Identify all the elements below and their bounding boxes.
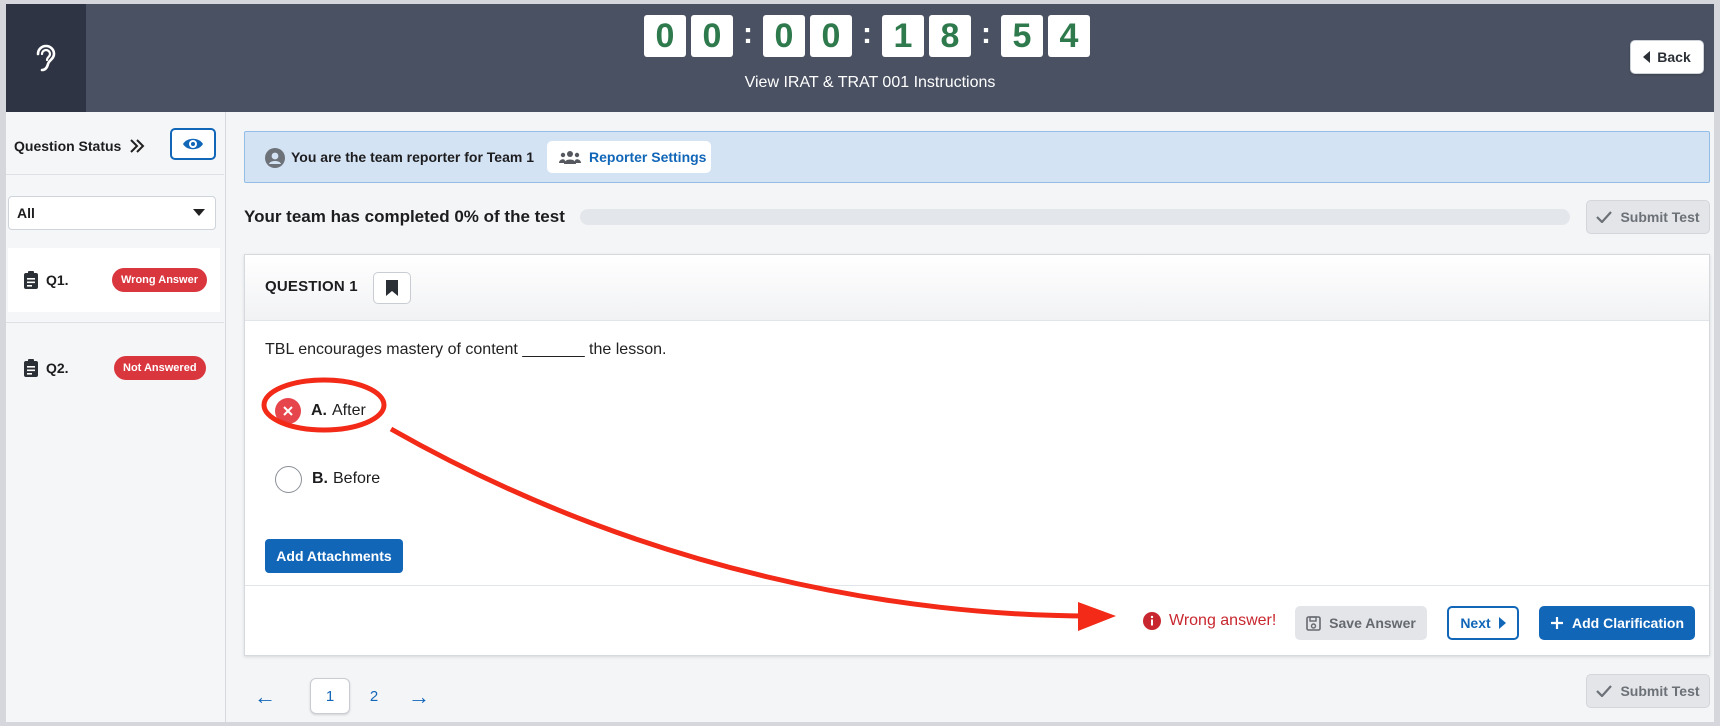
answer-option-b[interactable]: B. Before (275, 465, 380, 493)
progress-title: Your team has completed 0% of the test (244, 207, 565, 226)
next-button[interactable]: Next (1447, 606, 1519, 640)
caret-down-icon (193, 209, 205, 216)
sidebar-question-q1[interactable]: Q1. Wrong Answer (8, 248, 220, 312)
question-number: QUESTION 1 (265, 278, 358, 295)
next-page-arrow[interactable]: → (408, 684, 430, 710)
option-text: Before (333, 470, 381, 487)
status-filter-select[interactable]: All (8, 196, 216, 230)
user-circle-icon (265, 148, 285, 168)
submit-test-label: Submit Test (1620, 683, 1700, 699)
save-answer-label: Save Answer (1329, 615, 1416, 631)
answer-option-a[interactable]: A. After (275, 397, 366, 425)
timer-digit: 0 (644, 15, 686, 57)
bookmark-button[interactable] (373, 272, 411, 304)
question-card: QUESTION 1 TBL encourages mastery of con… (244, 254, 1710, 656)
timer-digit: 0 (691, 15, 733, 57)
toggle-visibility-button[interactable] (170, 128, 216, 160)
timer-separator: : (862, 17, 872, 50)
add-clarification-button[interactable]: Add Clarification (1539, 606, 1695, 640)
status-badge: Not Answered (114, 356, 206, 380)
reporter-settings-label: Reporter Settings (589, 149, 707, 165)
option-letter: A. (311, 402, 327, 419)
option-text: After (332, 402, 366, 419)
countdown-timer: 0 0 : 0 0 : 1 8 : 5 4 (644, 14, 1095, 58)
radio-unselected-icon[interactable] (275, 465, 302, 493)
question-stem: TBL encourages mastery of content ______… (265, 341, 667, 358)
clipboard-list-icon (24, 359, 38, 377)
check-icon (1596, 685, 1613, 697)
question-header: QUESTION 1 (245, 255, 1709, 321)
sidebar-question-q2[interactable]: Q2. Not Answered (8, 336, 220, 400)
check-icon (1596, 211, 1613, 223)
bookmark-icon (386, 280, 398, 296)
timer-digit: 1 (882, 15, 924, 57)
question-label: Q1. (46, 272, 69, 288)
eye-icon (183, 138, 203, 150)
question-status-title: Question Status (14, 138, 122, 154)
add-attachments-button[interactable]: Add Attachments (265, 539, 403, 573)
back-button-label: Back (1657, 49, 1691, 65)
wrong-answer-feedback: Wrong answer! (1143, 612, 1276, 630)
progress-bar (580, 209, 1570, 225)
page-2[interactable]: 2 (354, 678, 394, 714)
info-circle-icon (1143, 612, 1161, 630)
reporter-banner: You are the team reporter for Team 1 Rep… (244, 131, 1710, 183)
save-answer-button[interactable]: Save Answer (1295, 606, 1427, 640)
clipboard-list-icon (24, 271, 38, 289)
wrong-answer-text: Wrong answer! (1169, 612, 1277, 629)
timer-separator: : (981, 17, 991, 50)
sidebar-divider (6, 322, 224, 323)
question-status-sidebar: Question Status All Q1. Wrong Answer Q2.… (6, 112, 226, 722)
timer-digit: 5 (1001, 15, 1043, 57)
save-icon (1306, 615, 1321, 631)
plus-icon (1550, 617, 1563, 629)
timer-separator: : (743, 17, 753, 50)
submit-test-button-bottom[interactable]: Submit Test (1586, 674, 1710, 708)
submit-test-label: Submit Test (1620, 209, 1700, 225)
submit-test-button[interactable]: Submit Test (1586, 200, 1710, 234)
double-chevron-right-icon (130, 139, 145, 153)
option-letter: B. (312, 470, 328, 487)
ear-icon (36, 44, 56, 72)
reporter-settings-button[interactable]: Reporter Settings (547, 141, 711, 173)
reporter-text: You are the team reporter for Team 1 (291, 149, 534, 165)
timer-digit: 4 (1048, 15, 1090, 57)
timer-digit: 8 (929, 15, 971, 57)
next-label: Next (1460, 615, 1491, 631)
question-label: Q2. (46, 360, 69, 376)
timer-digit: 0 (763, 15, 805, 57)
prev-page-arrow[interactable]: ← (254, 684, 276, 710)
app-frame: 0 0 : 0 0 : 1 8 : 5 4 View IRAT & TRAT 0… (6, 4, 1714, 722)
page-1[interactable]: 1 (310, 678, 350, 714)
status-badge: Wrong Answer (112, 268, 208, 292)
back-button[interactable]: Back (1630, 40, 1704, 74)
users-icon (559, 151, 581, 164)
app-logo[interactable] (6, 4, 86, 112)
status-filter-value: All (17, 205, 35, 221)
caret-right-icon (1498, 617, 1506, 629)
instructions-link[interactable]: View IRAT & TRAT 001 Instructions (6, 74, 1714, 92)
add-clarification-label: Add Clarification (1571, 615, 1684, 631)
caret-left-icon (1643, 51, 1651, 63)
wrong-mark-icon (275, 398, 301, 424)
sidebar-divider (6, 174, 224, 175)
question-status-toggle[interactable]: Question Status (14, 138, 145, 154)
question-footer: Wrong answer! Save Answer Next Add Clari… (245, 585, 1709, 657)
top-bar: 0 0 : 0 0 : 1 8 : 5 4 View IRAT & TRAT 0… (6, 4, 1714, 112)
timer-digit: 0 (810, 15, 852, 57)
